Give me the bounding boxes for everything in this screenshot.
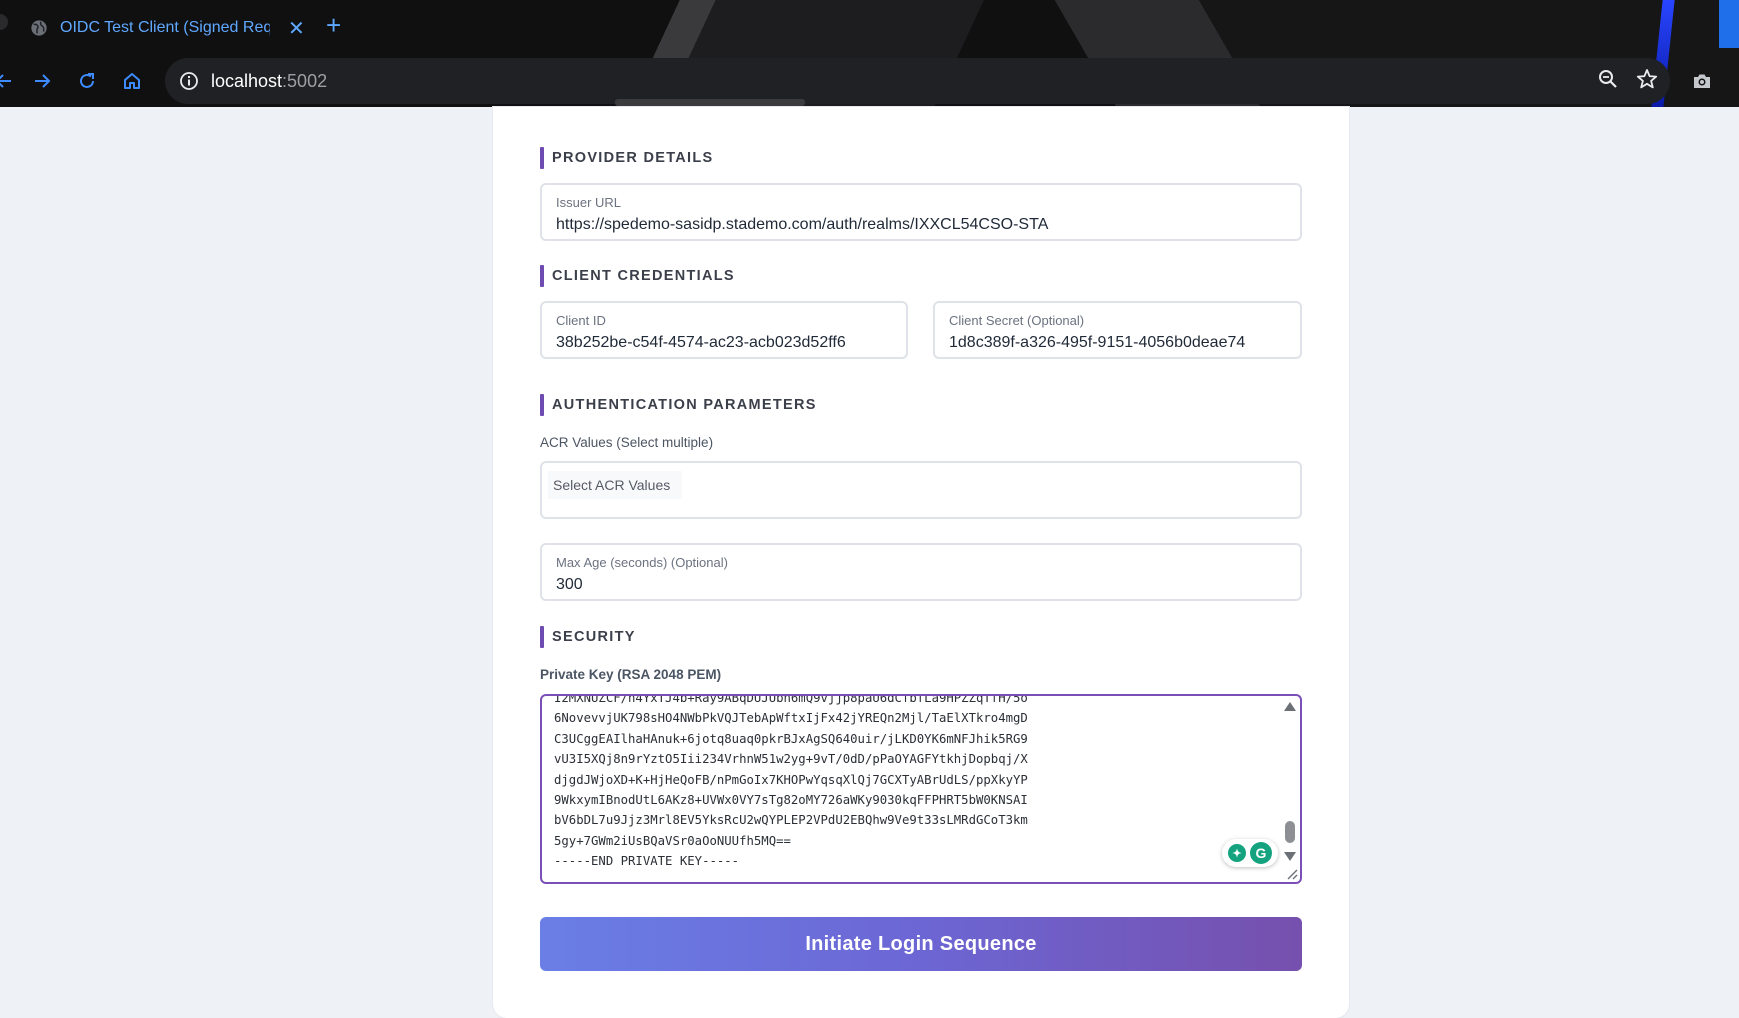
section-title-auth: AUTHENTICATION PARAMETERS xyxy=(540,394,817,416)
textarea-scrollbar-thumb[interactable] xyxy=(1285,821,1295,843)
private-key-label: Private Key (RSA 2048 PEM) xyxy=(540,667,722,682)
home-icon[interactable] xyxy=(117,66,147,96)
address-host: localhost xyxy=(211,70,283,91)
key-line: bV6bDL7u9Jjz3Mrl8EV5YksRcU2wQYPLEP2VPdU2… xyxy=(554,813,1028,828)
key-line: -----END PRIVATE KEY----- xyxy=(554,854,740,869)
globe-icon xyxy=(31,20,47,36)
grammarly-widget[interactable]: ✦ G xyxy=(1222,839,1278,867)
key-line: C3UCggEAIlhaHAnuk+6jotq8uaq0pkrBJxAgSQ64… xyxy=(554,731,1028,746)
tab-title: OIDC Test Client (Signed Requests) xyxy=(60,19,270,36)
issuer-url-field[interactable]: Issuer URL https://spedemo-sasidp.stadem… xyxy=(540,183,1302,241)
lightbulb-icon[interactable]: ✦ xyxy=(1228,844,1246,862)
max-age-field[interactable]: Max Age (seconds) (Optional) 300 xyxy=(540,543,1302,601)
max-age-value[interactable]: 300 xyxy=(556,575,1286,595)
forward-icon[interactable] xyxy=(28,66,58,96)
address-port: :5002 xyxy=(282,70,328,91)
acr-values-label: ACR Values (Select multiple) xyxy=(540,435,714,450)
acr-values-placeholder[interactable]: Select ACR Values xyxy=(548,471,682,499)
section-title-credentials: CLIENT CREDENTIALS xyxy=(540,265,735,287)
address-url: localhost:5002 xyxy=(211,71,327,92)
key-line: I2MXNUZCF/n4YxTJ4b+Ray9ABqDUJUbn6mQ9vjjp… xyxy=(554,694,1028,705)
browser-tab[interactable]: OIDC Test Client (Signed Requests) ✕ xyxy=(16,6,316,50)
page-scroll-indicator[interactable] xyxy=(615,99,805,106)
section-title-security: SECURITY xyxy=(540,626,636,648)
client-secret-field[interactable]: Client Secret (Optional) 1d8c389f-a326-4… xyxy=(933,301,1302,359)
form-card: PROVIDER DETAILS Issuer URL https://sped… xyxy=(493,107,1349,1018)
key-line: 6NovevvjUK798sHO4NWbPkVQJTebApWftxIjFx42… xyxy=(554,711,1028,726)
acr-values-select[interactable]: Select ACR Values xyxy=(540,461,1302,519)
client-id-value[interactable]: 38b252be-c54f-4574-ac23-acb023d52ff6 xyxy=(556,333,892,353)
key-line: 5gy+7GWm2iUsBQaVSr0aOoNUUfh5MQ== xyxy=(554,833,791,848)
client-secret-label: Client Secret (Optional) xyxy=(949,313,1085,328)
issuer-url-label: Issuer URL xyxy=(556,195,622,210)
max-age-label: Max Age (seconds) (Optional) xyxy=(556,555,728,570)
address-bar[interactable]: localhost:5002 xyxy=(165,58,1670,104)
star-icon[interactable] xyxy=(1636,68,1658,95)
plus-icon[interactable]: + xyxy=(326,10,341,41)
wallpaper-corner xyxy=(1719,0,1739,48)
close-icon[interactable]: ✕ xyxy=(288,16,305,41)
key-line: djgdJWjoXD+K+HjHeQoFB/nPmGoIx7KHOPwYqsqX… xyxy=(554,772,1028,787)
client-id-field[interactable]: Client ID 38b252be-c54f-4574-ac23-acb023… xyxy=(540,301,908,359)
reload-icon[interactable] xyxy=(72,66,102,96)
info-icon[interactable] xyxy=(175,67,203,95)
address-actions xyxy=(1598,58,1658,104)
camera-icon[interactable] xyxy=(1687,66,1717,96)
resize-handle-icon[interactable] xyxy=(1284,866,1298,880)
initiate-login-button[interactable]: Initiate Login Sequence xyxy=(540,917,1302,971)
client-secret-value[interactable]: 1d8c389f-a326-495f-9151-4056b0deae74 xyxy=(949,333,1286,353)
private-key-textarea[interactable]: I2MXNUZCF/n4YxTJ4b+Ray9ABqDUJUbn6mQ9vjjp… xyxy=(540,694,1302,884)
client-id-label: Client ID xyxy=(556,313,606,328)
section-title-provider: PROVIDER DETAILS xyxy=(540,147,714,169)
key-line: 9WkxymIBnodUtL6AKz8+UVWx0VY7sTg82oMY726a… xyxy=(554,793,1028,808)
zoom-icon[interactable] xyxy=(1598,69,1618,94)
scroll-down-arrow-icon[interactable] xyxy=(1284,852,1296,861)
scroll-up-arrow-icon[interactable] xyxy=(1284,702,1296,711)
grammarly-icon[interactable]: G xyxy=(1250,842,1272,864)
navigation-bar: localhost:5002 xyxy=(0,56,1739,107)
back-icon[interactable] xyxy=(0,66,18,96)
issuer-url-value[interactable]: https://spedemo-sasidp.stademo.com/auth/… xyxy=(556,215,1286,235)
browser-chrome: OIDC Test Client (Signed Requests) ✕ + l… xyxy=(0,0,1739,107)
key-line: vU3I5XQj8n9rYztO5Iii234VrhnW51w2yg+9vT/0… xyxy=(554,752,1028,767)
private-key-content[interactable]: I2MXNUZCF/n4YxTJ4b+Ray9ABqDUJUbn6mQ9vjjp… xyxy=(554,694,1028,872)
